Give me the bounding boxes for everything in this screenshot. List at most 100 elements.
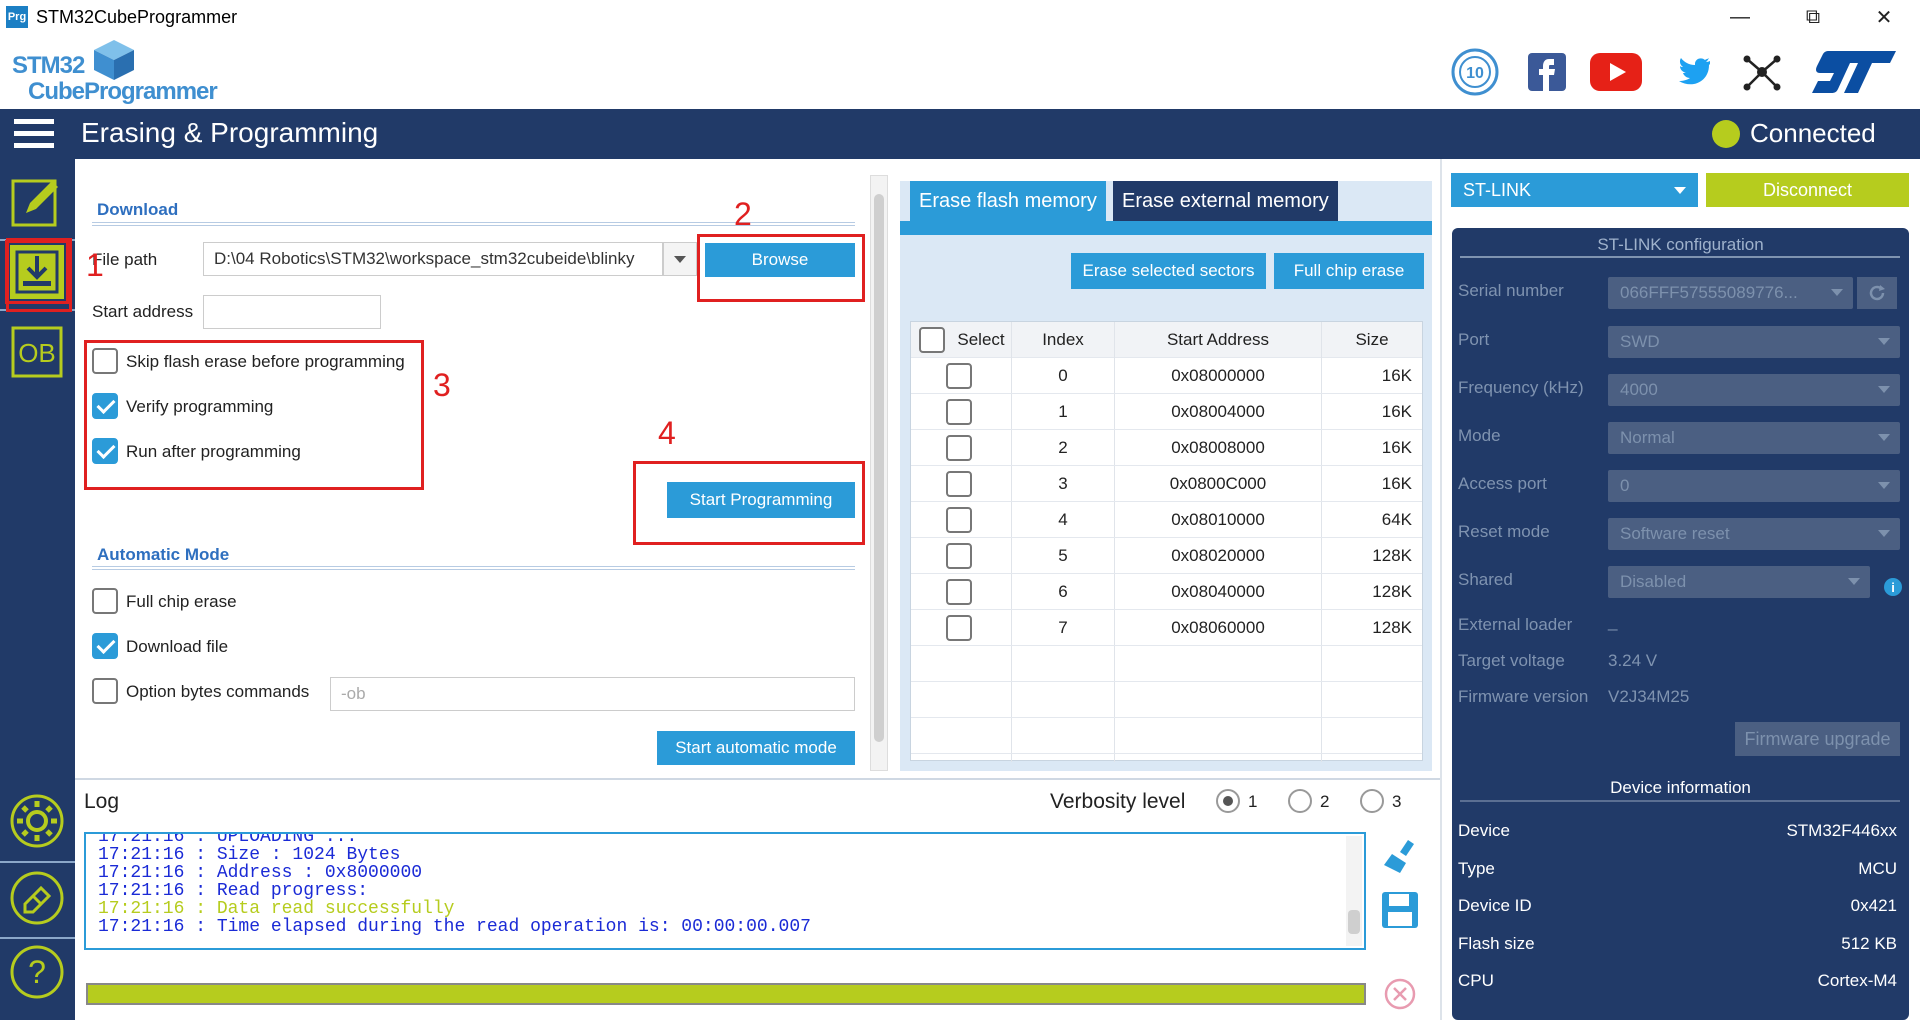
help-icon[interactable]: ? <box>8 943 66 1001</box>
firmware-upgrade-button[interactable]: Firmware upgrade <box>1735 722 1900 756</box>
config-field-select[interactable]: Disabled <box>1608 566 1870 598</box>
sector-select-checkbox[interactable] <box>946 363 972 389</box>
table-row[interactable]: 5 0x08020000 128K <box>911 538 1422 574</box>
refresh-icon[interactable] <box>1857 277 1897 309</box>
interface-select[interactable]: ST-LINK <box>1451 173 1698 207</box>
edit-memory-icon[interactable] <box>8 173 66 231</box>
table-row[interactable]: 0 0x08000000 16K <box>911 358 1422 394</box>
sector-index: 4 <box>1058 510 1068 529</box>
external-loader-value: _ <box>1608 612 1618 631</box>
sector-select-checkbox[interactable] <box>946 579 972 605</box>
sector-index: 6 <box>1058 582 1068 601</box>
tab-erase-external-memory[interactable]: Erase external memory <box>1113 181 1338 221</box>
option-bytes-commands-checkbox[interactable] <box>92 678 118 704</box>
file-path-dropdown-icon[interactable] <box>663 242 697 276</box>
column-index: Index <box>1042 330 1084 349</box>
option-bytes-icon[interactable]: OB <box>8 323 66 381</box>
restore-icon[interactable]: ⧉ <box>1778 2 1848 32</box>
config-field-select[interactable]: Software reset <box>1608 518 1900 550</box>
sector-size: 16K <box>1381 402 1412 421</box>
file-path-input[interactable]: D:\04 Robotics\STM32\workspace_stm32cube… <box>203 242 663 276</box>
config-field-select[interactable]: 066FFF57555089776... <box>1608 277 1853 309</box>
verbosity-radio-3[interactable] <box>1360 789 1384 813</box>
minimize-icon[interactable]: — <box>1705 2 1775 32</box>
log-output[interactable]: 17:21:16 : UPLOADING ... 17:21:16 : Size … <box>84 832 1366 950</box>
column-size: Size <box>1355 330 1389 349</box>
download-file-checkbox[interactable] <box>92 633 118 659</box>
config-field-value: Normal <box>1620 428 1675 447</box>
select-all-checkbox[interactable] <box>919 327 945 353</box>
chevron-down-icon <box>1848 578 1860 585</box>
option-bytes-input[interactable]: -ob <box>330 677 855 711</box>
window-title: STM32CubeProgrammer <box>36 6 238 27</box>
close-icon[interactable]: ✕ <box>1849 2 1919 32</box>
automatic-mode-title: Automatic Mode <box>97 545 230 564</box>
log-scrollbar-thumb[interactable] <box>1348 910 1360 934</box>
verbosity-option-3: 3 <box>1392 792 1402 811</box>
table-row[interactable]: 4 0x08010000 64K <box>911 502 1422 538</box>
st-logo-icon[interactable] <box>1808 46 1900 98</box>
clear-log-icon[interactable] <box>1382 838 1420 876</box>
config-field-select[interactable]: Normal <box>1608 422 1900 454</box>
device-info-label: Type <box>1458 858 1495 878</box>
logo-line2: CubeProgrammer <box>28 78 218 105</box>
interface-value: ST-LINK <box>1463 179 1532 200</box>
config-field-select[interactable]: 4000 <box>1608 374 1900 406</box>
start-address-input[interactable] <box>203 295 381 329</box>
log-lines: 17:21:16 : UPLOADING ... 17:21:16 : Size … <box>98 834 1364 936</box>
save-log-icon[interactable] <box>1380 890 1420 930</box>
device-info-value: Cortex-M4 <box>1817 971 1897 990</box>
table-row[interactable]: 3 0x0800C000 16K <box>911 466 1422 502</box>
sector-start-address: 0x08020000 <box>1171 546 1265 565</box>
sector-select-checkbox[interactable] <box>946 615 972 641</box>
sector-select-checkbox[interactable] <box>946 543 972 569</box>
chevron-down-icon <box>1878 338 1890 345</box>
table-row[interactable]: 7 0x08060000 128K <box>911 610 1422 646</box>
content-scrollbar[interactable] <box>870 175 888 771</box>
sector-start-address: 0x08000000 <box>1171 366 1265 385</box>
table-row[interactable]: 6 0x08040000 128K <box>911 574 1422 610</box>
anniversary-10-years-icon[interactable]: 10 <box>1448 46 1502 98</box>
full-chip-erase-label: Full chip erase <box>126 592 237 611</box>
empty-table-row <box>911 682 1422 718</box>
config-field-select[interactable]: SWD <box>1608 326 1900 358</box>
start-automatic-mode-button[interactable]: Start automatic mode <box>657 731 855 765</box>
log-divider <box>75 778 1440 780</box>
device-info-title: Device information <box>1610 778 1751 797</box>
config-field-select[interactable]: 0 <box>1608 470 1900 502</box>
sector-select-checkbox[interactable] <box>946 471 972 497</box>
disconnect-button[interactable]: Disconnect <box>1706 173 1909 207</box>
start-address-label: Start address <box>92 302 194 321</box>
full-chip-erase-checkbox[interactable] <box>92 588 118 614</box>
log-scrollbar[interactable] <box>1346 836 1362 946</box>
erase-selected-sectors-button[interactable]: Erase selected sectors <box>1071 253 1266 289</box>
page-title: Erasing & Programming <box>81 117 379 148</box>
menu-icon[interactable] <box>14 119 54 151</box>
firmware-version-label: Firmware version <box>1458 687 1589 706</box>
sector-index: 2 <box>1058 438 1068 457</box>
facebook-icon[interactable] <box>1524 46 1570 98</box>
table-row[interactable]: 2 0x08008000 16K <box>911 430 1422 466</box>
settings-icon[interactable] <box>8 792 66 850</box>
device-info-divider <box>1460 800 1900 802</box>
twitter-icon[interactable] <box>1668 46 1716 98</box>
cancel-operation-icon[interactable] <box>1384 978 1416 1010</box>
full-chip-erase-button[interactable]: Full chip erase <box>1274 253 1424 289</box>
verbosity-radio-1[interactable] <box>1216 789 1240 813</box>
network-icon[interactable] <box>1737 46 1787 98</box>
verbosity-radio-2[interactable] <box>1288 789 1312 813</box>
youtube-icon[interactable] <box>1588 46 1644 98</box>
content-scrollbar-thumb[interactable] <box>874 194 884 742</box>
info-icon[interactable]: i <box>1884 578 1902 596</box>
sector-select-checkbox[interactable] <box>946 435 972 461</box>
tab-erase-flash-memory[interactable]: Erase flash memory <box>910 181 1106 221</box>
sector-start-address: 0x08008000 <box>1171 438 1265 457</box>
sector-select-checkbox[interactable] <box>946 507 972 533</box>
annotation-box-2 <box>697 234 865 302</box>
download-section-title: Download <box>97 200 179 219</box>
config-field-label: Frequency (kHz) <box>1458 378 1584 397</box>
sector-select-checkbox[interactable] <box>946 399 972 425</box>
table-row[interactable]: 1 0x08004000 16K <box>911 394 1422 430</box>
eraser-icon[interactable] <box>8 869 66 927</box>
chevron-down-icon <box>1878 434 1890 441</box>
